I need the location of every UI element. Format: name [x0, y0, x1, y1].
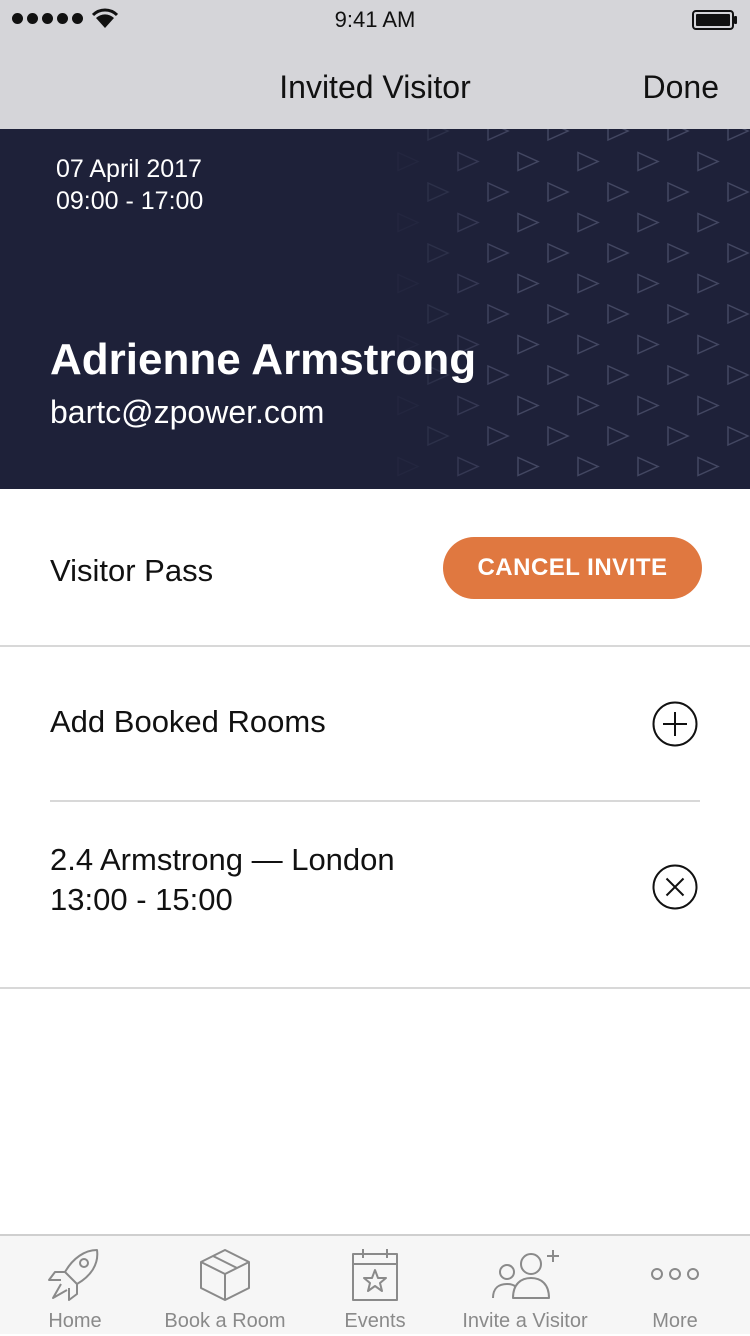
divider [0, 645, 750, 647]
booked-room-name: 2.4 Armstrong — London [50, 842, 395, 877]
status-time: 9:41 AM [334, 7, 416, 32]
tab-more[interactable]: More [600, 1236, 750, 1336]
tab-bar: Home Book a Room Events Invite a Visitor… [0, 1234, 750, 1334]
divider [50, 800, 700, 802]
navigation-bar: Invited Visitor Done [0, 40, 750, 129]
add-people-icon [492, 1250, 559, 1299]
visit-date: 07 April 2017 [56, 155, 202, 183]
tab-events-label: Events [344, 1310, 406, 1332]
more-dots-icon [651, 1268, 699, 1280]
rocket-icon [48, 1249, 99, 1301]
booked-room-time: 13:00 - 15:00 [50, 882, 233, 917]
cancel-invite-button[interactable]: CANCEL INVITE [443, 537, 702, 599]
box-icon [200, 1249, 250, 1301]
tab-events[interactable]: Events [300, 1236, 450, 1336]
add-booked-rooms-label: Add Booked Rooms [50, 704, 326, 739]
tab-book-a-room[interactable]: Book a Room [150, 1236, 300, 1336]
tab-home[interactable]: Home [0, 1236, 150, 1336]
done-button[interactable]: Done [643, 69, 720, 106]
visitor-name: Adrienne Armstrong [50, 335, 477, 384]
page-title: Invited Visitor [279, 69, 471, 105]
visitor-header: 07 April 2017 09:00 - 17:00 Adrienne Arm… [0, 129, 750, 489]
tab-invite-a-visitor[interactable]: Invite a Visitor [450, 1236, 600, 1336]
divider [0, 987, 750, 989]
visitor-pass-label: Visitor Pass [50, 553, 214, 588]
plus-circle-icon[interactable] [652, 701, 698, 747]
tab-book-a-room-label: Book a Room [164, 1310, 286, 1332]
battery-icon [692, 10, 737, 30]
calendar-star-icon [352, 1249, 398, 1301]
tab-home-label: Home [48, 1310, 102, 1332]
status-bar: 9:41 AM [0, 0, 750, 40]
tab-more-label: More [652, 1310, 698, 1332]
visitor-email: bartc@zpower.com [50, 394, 325, 430]
visit-time-range: 09:00 - 17:00 [56, 187, 204, 215]
tab-invite-a-visitor-label: Invite a Visitor [462, 1310, 588, 1332]
close-circle-icon[interactable] [652, 864, 698, 910]
